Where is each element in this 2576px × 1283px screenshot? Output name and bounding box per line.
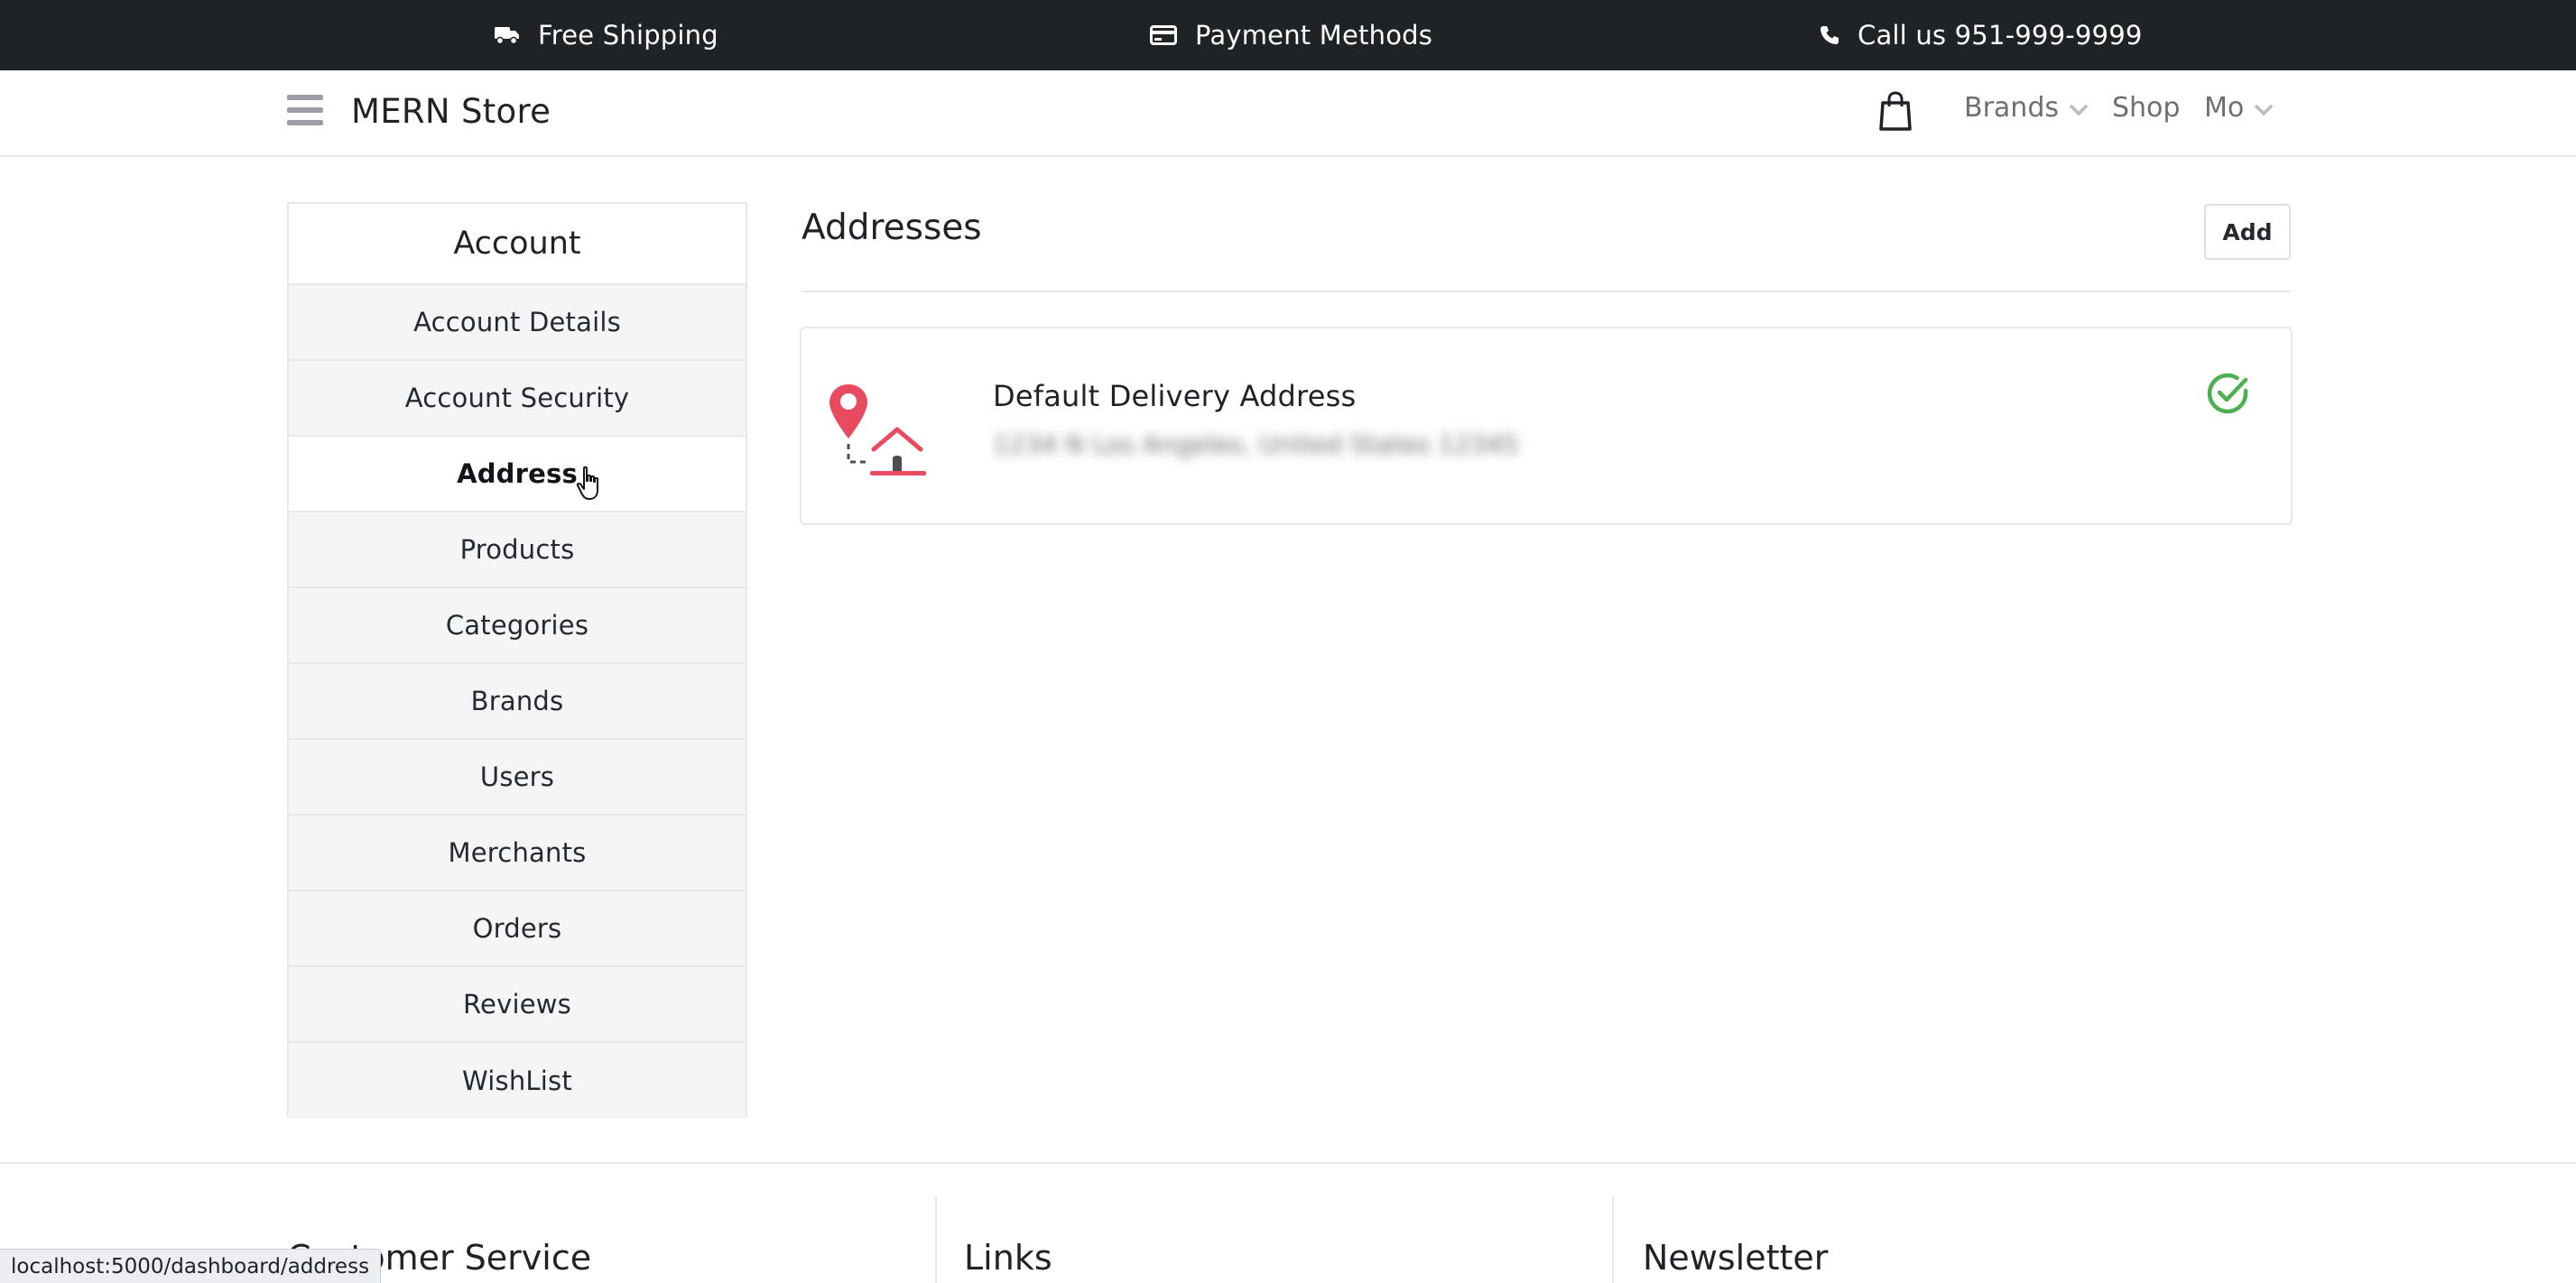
- sidebar-item-address[interactable]: Address: [289, 437, 746, 512]
- sidebar-item-brands[interactable]: Brands: [289, 664, 746, 740]
- nav-user-label: Mo: [2204, 92, 2245, 124]
- nav-shop-link[interactable]: Shop: [2112, 92, 2180, 124]
- address-text: 1234 N Los Angeles, United States 12345: [993, 429, 1519, 459]
- sidebar-item-users[interactable]: Users: [289, 740, 746, 816]
- nav-user-dropdown[interactable]: Mo: [2204, 92, 2273, 124]
- phone-icon: [1821, 26, 1839, 44]
- credit-card-icon: [1150, 25, 1177, 45]
- add-address-button[interactable]: Add: [2204, 204, 2291, 260]
- sidebar-title: Account: [289, 204, 746, 285]
- sidebar-item-account-security[interactable]: Account Security: [289, 361, 746, 437]
- chevron-down-icon: [2255, 104, 2273, 115]
- sidebar-item-products[interactable]: Products: [289, 512, 746, 588]
- payment-methods-label: Payment Methods: [1195, 20, 1433, 51]
- top-announcement-bar: Free Shipping Payment Methods Call us 95…: [0, 0, 2576, 70]
- nav-brands-dropdown[interactable]: Brands: [1964, 92, 2088, 124]
- call-us-label: Call us 951-999-9999: [1858, 20, 2143, 51]
- chevron-down-icon: [2070, 104, 2088, 115]
- sidebar-item-reviews[interactable]: Reviews: [289, 967, 746, 1043]
- sidebar-item-account-details[interactable]: Account Details: [289, 285, 746, 361]
- free-shipping-notice: Free Shipping: [495, 0, 718, 70]
- sidebar-item-merchants[interactable]: Merchants: [289, 816, 746, 891]
- call-us-notice: Call us 951-999-9999: [1820, 0, 2143, 70]
- free-shipping-label: Free Shipping: [538, 20, 718, 51]
- shopping-bag-icon[interactable]: [1877, 90, 1913, 132]
- sidebar-item-categories[interactable]: Categories: [289, 588, 746, 664]
- address-card[interactable]: Default Delivery Address 1234 N Los Ange…: [800, 327, 2293, 525]
- default-address-title: Default Delivery Address: [993, 379, 1357, 413]
- hamburger-menu-icon[interactable]: [287, 95, 323, 131]
- footer-divider: [0, 1162, 2576, 1164]
- hand-pointer-cursor-icon: [576, 466, 598, 500]
- footer-heading-links: Links: [964, 1238, 1052, 1278]
- location-home-icon: [829, 384, 926, 475]
- nav-brands-label: Brands: [1964, 92, 2059, 124]
- browser-status-url: localhost:5000/dashboard/address: [0, 1249, 382, 1283]
- check-circle-icon: [2207, 373, 2248, 414]
- footer-column-separator: [1612, 1196, 1614, 1283]
- truck-icon: [495, 27, 519, 45]
- payment-methods-notice: Payment Methods: [1150, 0, 1432, 70]
- account-sidebar: Account Account Details Account Security…: [287, 202, 747, 1119]
- store-logo[interactable]: MERN Store: [351, 92, 551, 131]
- sidebar-item-wishlist[interactable]: WishList: [289, 1043, 746, 1119]
- site-header: MERN Store Brands Shop Mo: [0, 70, 2576, 157]
- footer-heading-newsletter: Newsletter: [1643, 1238, 1829, 1278]
- page-title: Addresses: [802, 208, 982, 248]
- title-divider: [802, 291, 2291, 292]
- footer-column-separator: [935, 1196, 937, 1283]
- sidebar-item-orders[interactable]: Orders: [289, 891, 746, 967]
